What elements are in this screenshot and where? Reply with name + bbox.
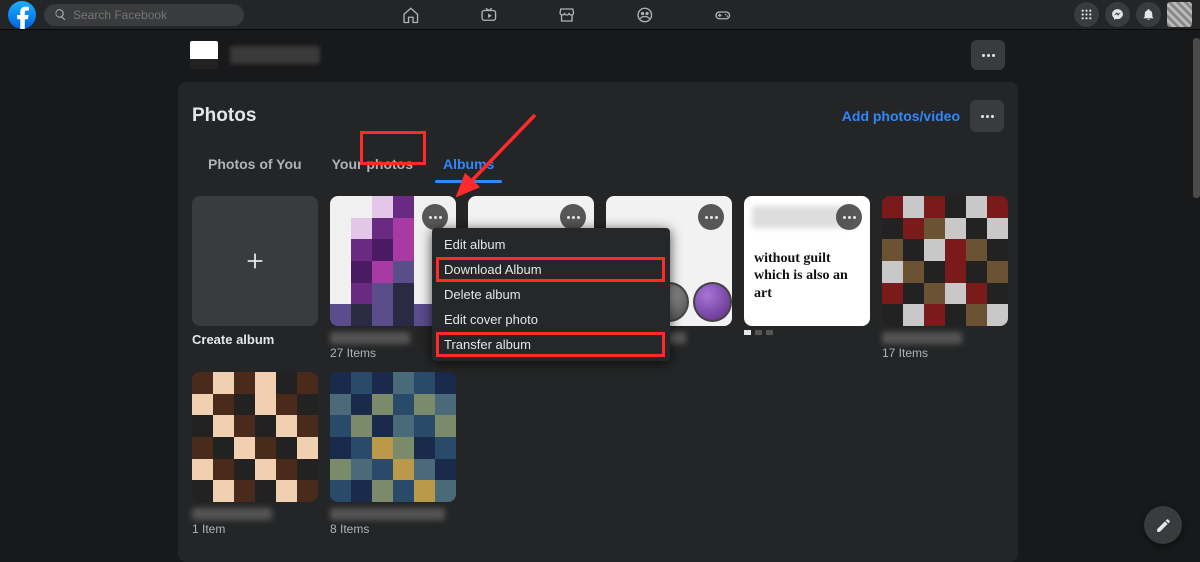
facebook-logo[interactable] xyxy=(8,1,36,29)
album-thumbnail[interactable]: without guilt which is also an art xyxy=(744,196,870,326)
center-nav xyxy=(401,0,733,30)
album-count: 17 Items xyxy=(882,346,1008,360)
ctx-delete-album[interactable]: Delete album xyxy=(432,282,670,307)
card-header: Photos Add photos/video xyxy=(190,100,1006,132)
ctx-edit-cover[interactable]: Edit cover photo xyxy=(432,307,670,332)
album-thumbnail[interactable] xyxy=(882,196,1008,326)
top-navbar xyxy=(0,0,1200,30)
card-more-button[interactable] xyxy=(970,100,1004,132)
album-tile[interactable]: without guilt which is also an art xyxy=(744,196,870,360)
compose-fab[interactable] xyxy=(1144,506,1182,544)
right-nav xyxy=(1074,2,1192,27)
profile-name xyxy=(230,46,320,64)
album-pager xyxy=(744,330,870,335)
search-input[interactable] xyxy=(73,8,234,22)
album-tile[interactable]: 8 Items xyxy=(330,372,456,536)
profile-header xyxy=(0,30,1200,80)
create-album-tile[interactable]: Create album xyxy=(192,196,318,360)
album-more-button[interactable] xyxy=(422,204,448,230)
gaming-icon[interactable] xyxy=(713,5,733,25)
page-title: Photos xyxy=(192,105,256,127)
album-context-menu: Edit album Download Album Delete album E… xyxy=(432,228,670,361)
groups-icon[interactable] xyxy=(635,5,655,25)
watch-icon[interactable] xyxy=(479,5,499,25)
create-album-label: Create album xyxy=(192,332,318,347)
plus-icon[interactable] xyxy=(192,196,318,326)
page-scrollbar[interactable] xyxy=(1193,30,1200,562)
home-icon[interactable] xyxy=(401,5,421,25)
album-more-button[interactable] xyxy=(698,204,724,230)
album-image-text: which is also an art xyxy=(754,267,860,302)
notifications-icon[interactable] xyxy=(1136,2,1161,27)
add-photos-link[interactable]: Add photos/video xyxy=(842,108,960,124)
album-more-button[interactable] xyxy=(560,204,586,230)
tabs: Photos of You Your photos Albums xyxy=(190,146,1006,182)
profile-thumbnail[interactable] xyxy=(190,41,218,69)
search-box[interactable] xyxy=(44,4,244,26)
album-count: 1 Item xyxy=(192,522,318,536)
ctx-transfer-album[interactable]: Transfer album xyxy=(432,332,670,357)
album-tile[interactable]: 17 Items xyxy=(882,196,1008,360)
tab-albums[interactable]: Albums xyxy=(429,146,508,182)
album-title xyxy=(882,332,962,344)
profile-more-button[interactable] xyxy=(971,40,1005,70)
album-title xyxy=(192,508,272,520)
album-image-text: without guilt xyxy=(754,250,831,268)
messenger-icon[interactable] xyxy=(1105,2,1130,27)
tab-photos-of-you[interactable]: Photos of You xyxy=(194,146,316,182)
tab-your-photos[interactable]: Your photos xyxy=(318,146,427,182)
album-title xyxy=(330,508,445,520)
ctx-edit-album[interactable]: Edit album xyxy=(432,232,670,257)
search-icon xyxy=(54,8,67,21)
menu-grid-icon[interactable] xyxy=(1074,2,1099,27)
ctx-download-album[interactable]: Download Album xyxy=(432,257,670,282)
album-thumbnail[interactable] xyxy=(192,372,318,502)
album-tile[interactable]: 1 Item xyxy=(192,372,318,536)
marketplace-icon[interactable] xyxy=(557,5,577,25)
account-avatar[interactable] xyxy=(1167,2,1192,27)
album-more-button[interactable] xyxy=(836,204,862,230)
scrollbar-thumb[interactable] xyxy=(1193,38,1200,198)
album-count: 8 Items xyxy=(330,522,456,536)
album-thumbnail[interactable] xyxy=(330,372,456,502)
album-title xyxy=(330,332,410,344)
